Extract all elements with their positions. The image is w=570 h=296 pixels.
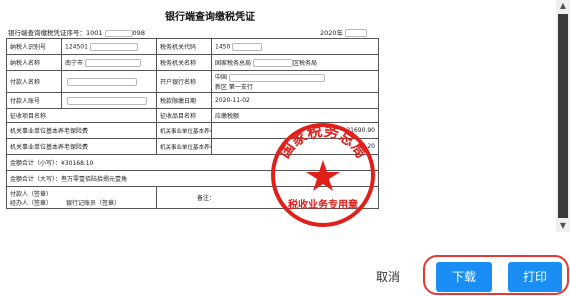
cancel-button[interactable]: 取消 [364, 262, 412, 292]
bank-name-line1: 中国 [215, 74, 228, 82]
cell-value [61, 70, 157, 93]
table-row: 纳税人名称 南宁市 税务机关名称 国家税务总局 区税务局 [6, 54, 379, 71]
signature-cell: 付款人（签章） 经办人（签章） 银行记账员（签章） [6, 186, 157, 209]
handler-label: 经办人（签章） [10, 199, 53, 207]
serial-label: 银行端查询缴税凭证序号：1001 [8, 29, 103, 37]
bank-name-line2: 新区 第一支行 [215, 83, 253, 91]
cell-value: 2020-11-02 [211, 92, 379, 109]
levy-item: 机关事业单位基本养老保险费 [6, 122, 157, 139]
tax-office-name: 国家税务总局 [215, 59, 252, 67]
tax-office-suffix: 区税务局 [293, 59, 318, 67]
taxpayer-name: 南宁市 [65, 59, 84, 67]
table-row: 付款人账号 税款限缴日期 2020-11-02 [6, 92, 379, 109]
bank-signature-label: 银行记账员（签章） [66, 199, 121, 207]
cell-value [61, 92, 157, 109]
cell-label: 开户银行名称 [156, 70, 212, 93]
levy-subitem: 机关事业单位基本养老保险费（单位缴纳） [156, 122, 212, 139]
document-title: 银行端查询缴税凭证 [165, 12, 255, 23]
seal-outer-text: 国家税务总局 [275, 122, 371, 162]
print-button[interactable]: 打印 [508, 262, 562, 292]
cell-label: 税务机关代码 [156, 38, 212, 55]
cell-label: 纳税人识别号 [6, 38, 62, 55]
serial-number: 银行端查询缴税凭证序号：1001 098 [8, 27, 145, 37]
redacted-block [229, 73, 326, 82]
taxpayer-id: 124501 [65, 43, 88, 50]
cell-label: 付款人账号 [6, 92, 62, 109]
levy-item: 机关事业单位基本养老保险费 [6, 138, 157, 155]
redacted-block [104, 29, 133, 37]
levy-subitem: 机关事业单位基本养老保险费（个人缴纳） [156, 138, 212, 155]
date-text: 2020年 [320, 29, 344, 37]
download-button[interactable]: 下载 [436, 262, 492, 292]
scrollbar-thumb[interactable] [558, 14, 568, 218]
cell-label: 税款限缴日期 [156, 92, 212, 109]
column-header: 征收项目名称 [6, 108, 157, 123]
cell-value: 124501 [61, 38, 157, 55]
document-date: 2020年 [320, 27, 368, 37]
redacted-block [89, 42, 138, 51]
seal-star-icon [306, 160, 340, 191]
redacted-block [67, 96, 147, 105]
tax-receipt-dialog: 银行端查询缴税凭证 银行端查询缴税凭证序号：1001 098 2020年 纳税人识… [0, 0, 570, 296]
redacted-block [67, 77, 137, 86]
payer-signature-label: 付款人（签章） [10, 190, 53, 198]
redacted-block [345, 29, 368, 37]
cell-value: 中国 新区 第一支行 [211, 70, 379, 93]
column-header: 征收品目名称 [156, 108, 212, 123]
scroll-up-icon[interactable]: ▲ [556, 0, 570, 12]
document-viewer: 银行端查询缴税凭证 银行端查询缴税凭证序号：1001 098 2020年 纳税人识… [0, 0, 570, 232]
cell-value: 南宁市 [61, 54, 157, 71]
table-row: 纳税人识别号 124501 税务机关代码 1450 [6, 38, 379, 55]
official-seal: 国家税务总局 税收业务专用章 [271, 122, 375, 227]
signature-line: 经办人（签章） 银行记账员（签章） [10, 198, 153, 207]
redacted-block [85, 59, 142, 68]
cell-label: 付款人名称 [6, 70, 62, 93]
serial-suffix: 098 [132, 29, 145, 37]
scroll-down-icon[interactable]: ▼ [556, 220, 570, 232]
tax-office-code: 1450 [215, 43, 231, 50]
cell-label: 税务机关名称 [156, 54, 212, 71]
redacted-block [253, 59, 294, 68]
viewer-background [380, 0, 556, 232]
tax-receipt-document: 银行端查询缴税凭证 银行端查询缴税凭证序号：1001 098 2020年 纳税人识… [0, 0, 380, 232]
cell-label: 纳税人名称 [6, 54, 62, 71]
table-row: 付款人名称 开户银行名称 中国 新区 第一支行 [6, 70, 379, 93]
redacted-block [232, 42, 263, 51]
seal-inner-text: 税收业务专用章 [288, 198, 358, 211]
cell-value: 国家税务总局 区税务局 [211, 54, 379, 71]
cell-value: 1450 [211, 38, 379, 55]
